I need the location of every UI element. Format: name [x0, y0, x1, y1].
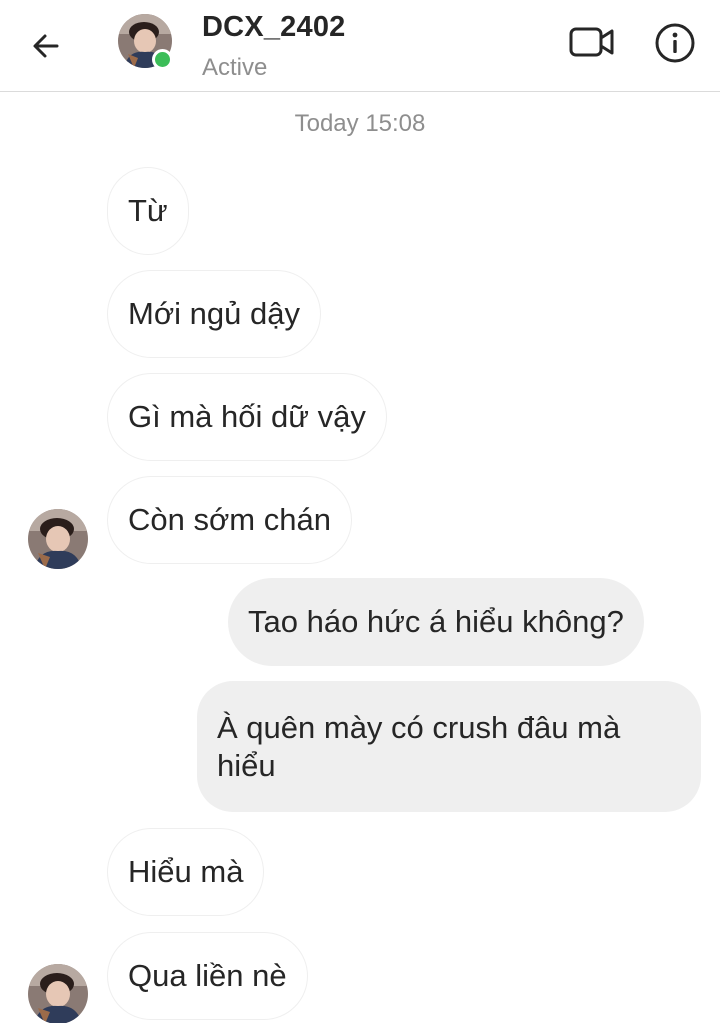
message-bubble-incoming[interactable]: Qua liền nè: [107, 932, 308, 1020]
message-bubble-incoming[interactable]: Còn sớm chán: [107, 476, 352, 564]
online-status-dot: [152, 49, 173, 70]
back-button[interactable]: [24, 24, 68, 68]
arrow-left-icon: [33, 34, 59, 58]
info-circle-icon: [655, 23, 695, 63]
message-bubble-incoming[interactable]: Mới ngủ dậy: [107, 270, 321, 358]
message-bubble-incoming[interactable]: Hiểu mà: [107, 828, 265, 916]
avatar[interactable]: [28, 964, 88, 1023]
contact-status: Active: [202, 54, 268, 81]
message-bubble-outgoing[interactable]: Tao háo hức á hiểu không?: [228, 578, 644, 666]
contact-username[interactable]: DCX_2402: [202, 11, 345, 44]
message-bubble-incoming[interactable]: Gì mà hối dữ vậy: [107, 373, 387, 461]
video-camera-icon: [569, 27, 614, 57]
chat-header: DCX_2402 Active: [0, 0, 720, 92]
avatar[interactable]: [28, 509, 88, 569]
thread-timestamp: Today 15:08: [294, 110, 426, 137]
message-bubble-incoming[interactable]: Từ: [107, 167, 189, 255]
message-bubble-outgoing[interactable]: À quên mày có crush đâu mà hiểu: [197, 681, 701, 812]
contact-avatar[interactable]: [118, 14, 173, 70]
video-call-button[interactable]: [566, 20, 618, 64]
info-button[interactable]: [652, 20, 698, 66]
